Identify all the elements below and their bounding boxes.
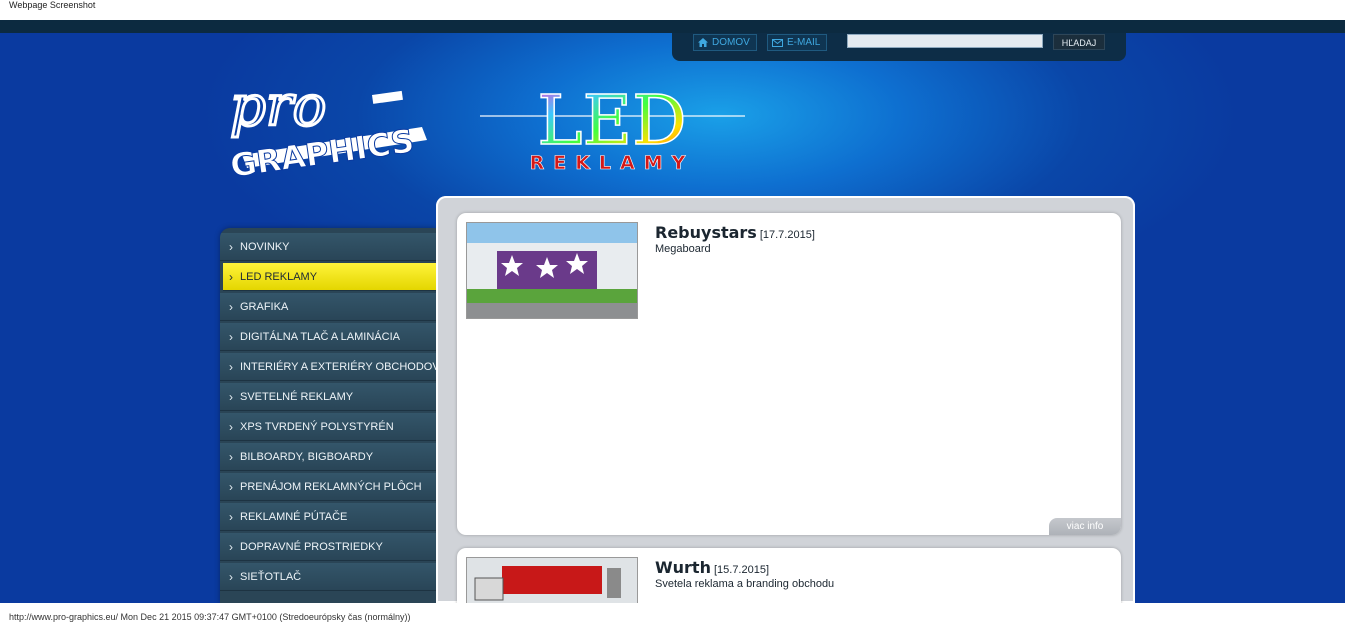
menu-item-grafika[interactable]: GRAFIKA xyxy=(220,293,436,321)
site-page: DOMOV E-MAIL HĽADAJ pro GRAPHICS LED REK… xyxy=(0,20,1345,603)
reklamy-text: REKLAMY xyxy=(530,152,695,174)
more-info-button[interactable]: viac info xyxy=(1049,518,1121,535)
menu-item-sietotlac[interactable]: SIEŤOTLAČ xyxy=(220,563,436,591)
post-thumbnail[interactable] xyxy=(466,557,638,603)
menu-item-reklamne-putace[interactable]: REKLAMNÉ PÚTAČE xyxy=(220,503,436,531)
post-card: Rebuystars [17.7.2015] Megaboard viac inf… xyxy=(457,213,1121,535)
post-card: Wurth [15.7.2015] Svetela reklama a brand… xyxy=(457,548,1121,603)
post-title[interactable]: Wurth [15.7.2015] xyxy=(655,558,769,577)
top-toolbar: DOMOV E-MAIL HĽADAJ xyxy=(672,33,1126,61)
led-reklamy-logo: LED REKLAMY xyxy=(480,82,745,174)
led-text: LED xyxy=(537,82,686,161)
post-date: [15.7.2015] xyxy=(713,564,770,576)
home-icon xyxy=(698,38,708,47)
billboard-photo xyxy=(467,223,637,318)
top-bar xyxy=(0,20,1345,33)
content-panel: Rebuystars [17.7.2015] Megaboard viac inf… xyxy=(436,196,1135,603)
menu-item-led-reklamy[interactable]: LED REKLAMY xyxy=(223,263,436,291)
post-subtitle: Svetela reklama a branding obchodu xyxy=(655,578,835,590)
search-input[interactable] xyxy=(847,34,1043,48)
home-button[interactable]: DOMOV xyxy=(693,34,757,51)
menu-item-interiery[interactable]: INTERIÉRY A EXTERIÉRY OBCHODOV xyxy=(220,353,436,381)
sidebar-menu: NOVINKY LED REKLAMY GRAFIKA DIGITÁLNA TL… xyxy=(220,228,436,603)
email-button[interactable]: E-MAIL xyxy=(767,34,828,51)
screenshot-caption: Webpage Screenshot xyxy=(9,0,96,10)
menu-item-novinky[interactable]: NOVINKY xyxy=(220,233,436,261)
post-date: [17.7.2015] xyxy=(759,229,815,241)
post-thumbnail[interactable] xyxy=(466,222,638,319)
menu-item-digitalna-tlac[interactable]: DIGITÁLNA TLAČ A LAMINÁCIA xyxy=(220,323,436,351)
screenshot-url-caption: http://www.pro-graphics.eu/ Mon Dec 21 2… xyxy=(9,612,411,622)
menu-item-prenajom[interactable]: PRENÁJOM REKLAMNÝCH PLÔCH xyxy=(220,473,436,501)
search-button[interactable]: HĽADAJ xyxy=(1053,34,1105,50)
email-label: E-MAIL xyxy=(787,37,821,48)
post-subtitle: Megaboard xyxy=(655,243,711,255)
home-label: DOMOV xyxy=(712,37,750,48)
post-title[interactable]: Rebuystars [17.7.2015] xyxy=(655,223,815,242)
menu-item-dopravne[interactable]: DOPRAVNÉ PROSTRIEDKY xyxy=(220,533,436,561)
storefront-photo xyxy=(467,558,637,603)
menu-item-bilboardy[interactable]: BILBOARDY, BIGBOARDY xyxy=(220,443,436,471)
menu-item-svetelne-reklamy[interactable]: SVETELNÉ REKLAMY xyxy=(220,383,436,411)
pro-graphics-logo[interactable]: pro GRAPHICS xyxy=(222,65,438,190)
envelope-icon xyxy=(772,38,783,47)
logo-pro-text: pro xyxy=(230,74,326,139)
menu-item-xps[interactable]: XPS TVRDENÝ POLYSTYRÉN xyxy=(220,413,436,441)
